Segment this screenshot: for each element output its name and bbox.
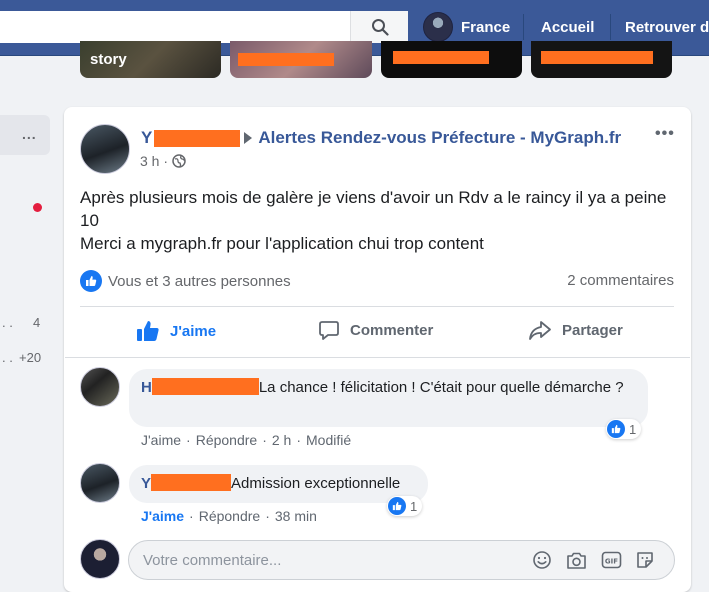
emoji-icon[interactable] xyxy=(531,549,553,571)
comment-label: Commenter xyxy=(350,322,434,339)
more-options-icon[interactable]: ... xyxy=(22,126,37,142)
like-reaction-icon xyxy=(388,497,406,515)
story-card[interactable] xyxy=(230,41,372,78)
comment-like-link[interactable]: J'aime xyxy=(141,508,184,524)
reactions-summary[interactable]: Vous et 3 autres personnes xyxy=(80,270,291,292)
post-meta: 3 h · xyxy=(140,153,186,169)
nav-divider xyxy=(523,14,524,40)
comments-count[interactable]: 2 commentaires xyxy=(567,272,674,289)
comment-edited[interactable]: Modifié xyxy=(306,432,351,448)
like-label: J'aime xyxy=(170,322,217,340)
nav-home-link[interactable]: Accueil xyxy=(541,19,594,36)
post-header: Y Alertes Rendez-vous Préfecture - MyGra… xyxy=(141,128,621,148)
author-name[interactable]: Y xyxy=(141,128,152,148)
sticker-icon[interactable] xyxy=(634,549,656,571)
avatar xyxy=(423,12,453,42)
redaction-bar xyxy=(154,129,241,147)
redaction-bar xyxy=(238,53,334,66)
comment-like-link[interactable]: J'aime xyxy=(141,432,181,448)
comment-reply-link[interactable]: Répondre xyxy=(199,508,261,524)
separator: · xyxy=(265,508,270,524)
comment-actions: J'aime · Répondre · 2 h · Modifié xyxy=(141,432,351,448)
comment-author[interactable]: Y xyxy=(141,475,151,492)
profile-name: France xyxy=(461,18,511,36)
group-name[interactable]: Alertes Rendez-vous Préfecture - MyGraph… xyxy=(258,128,621,148)
comment-time[interactable]: 38 min xyxy=(275,508,317,524)
camera-icon[interactable] xyxy=(565,549,587,571)
comment-icon xyxy=(319,321,339,340)
separator: · xyxy=(262,432,267,448)
redaction-bar xyxy=(151,378,259,395)
profile-link[interactable]: France xyxy=(423,12,510,42)
thumbs-up-icon xyxy=(137,321,159,341)
globe-icon xyxy=(172,154,186,168)
divider xyxy=(80,306,674,307)
comment-actions: J'aime · Répondre · 38 min xyxy=(141,508,317,524)
redaction-bar xyxy=(151,474,232,491)
separator: · xyxy=(189,508,194,524)
post-options-button[interactable]: ••• xyxy=(655,125,675,143)
comment-text: Admission exceptionnelle xyxy=(231,475,401,492)
share-label: Partager xyxy=(562,322,623,339)
comment-button[interactable]: Commenter xyxy=(318,320,433,341)
comment-composer: GIF xyxy=(128,540,675,580)
avatar xyxy=(80,539,120,579)
comment-bubble: H La chance ! félicitation ! C'était pour… xyxy=(129,369,648,427)
notification-dot xyxy=(33,203,42,212)
separator: · xyxy=(296,432,302,448)
nav-find-friends-link[interactable]: Retrouver d xyxy=(625,19,709,36)
left-count: 4 xyxy=(33,315,41,330)
comment-reaction[interactable]: 1 xyxy=(606,419,642,439)
share-icon xyxy=(529,321,551,340)
post-text-line: Après plusieurs mois de galère je viens … xyxy=(80,188,667,230)
separator: · xyxy=(186,432,191,448)
svg-text:GIF: GIF xyxy=(604,558,617,566)
nav-divider xyxy=(610,14,611,40)
comment-reply-link[interactable]: Répondre xyxy=(196,432,258,448)
left-ellipsis: . . xyxy=(2,315,13,330)
share-button[interactable]: Partager xyxy=(528,320,623,341)
like-reaction-icon xyxy=(80,270,102,292)
post-body: Après plusieurs mois de galère je viens … xyxy=(80,186,670,255)
reaction-count: 1 xyxy=(410,498,418,514)
comment-bubble: Y Admission exceptionnelle xyxy=(129,465,428,503)
redaction-bar xyxy=(541,51,653,64)
avatar[interactable] xyxy=(80,124,130,174)
left-ellipsis: . . xyxy=(2,350,13,365)
comment-text: La chance ! félicitation ! C'était pour … xyxy=(258,379,624,396)
story-card[interactable]: story xyxy=(80,41,221,78)
story-label: story xyxy=(90,51,127,68)
left-count: +20 xyxy=(19,350,42,365)
comment-input[interactable] xyxy=(143,541,503,579)
like-reaction-icon xyxy=(607,420,625,438)
divider xyxy=(65,357,690,358)
search-input[interactable] xyxy=(0,11,408,43)
avatar[interactable] xyxy=(80,463,120,503)
comment-time[interactable]: 2 h xyxy=(272,432,291,448)
story-card[interactable] xyxy=(381,41,522,78)
search-icon xyxy=(371,19,389,36)
story-card[interactable] xyxy=(531,41,672,78)
like-button[interactable]: J'aime xyxy=(136,320,216,342)
reactions-text: Vous et 3 autres personnes xyxy=(108,272,291,290)
post-text-line: Merci a mygraph.fr pour l'application ch… xyxy=(80,234,484,253)
avatar[interactable] xyxy=(80,367,120,407)
comment-reaction[interactable]: 1 xyxy=(387,496,423,516)
redaction-bar xyxy=(393,51,489,64)
comment-author[interactable]: H xyxy=(141,379,152,396)
gif-icon[interactable]: GIF xyxy=(600,549,622,571)
reaction-count: 1 xyxy=(629,421,637,437)
arrow-right-icon xyxy=(244,132,253,144)
post-time[interactable]: 3 h · xyxy=(140,153,168,169)
search-button[interactable] xyxy=(350,11,408,43)
